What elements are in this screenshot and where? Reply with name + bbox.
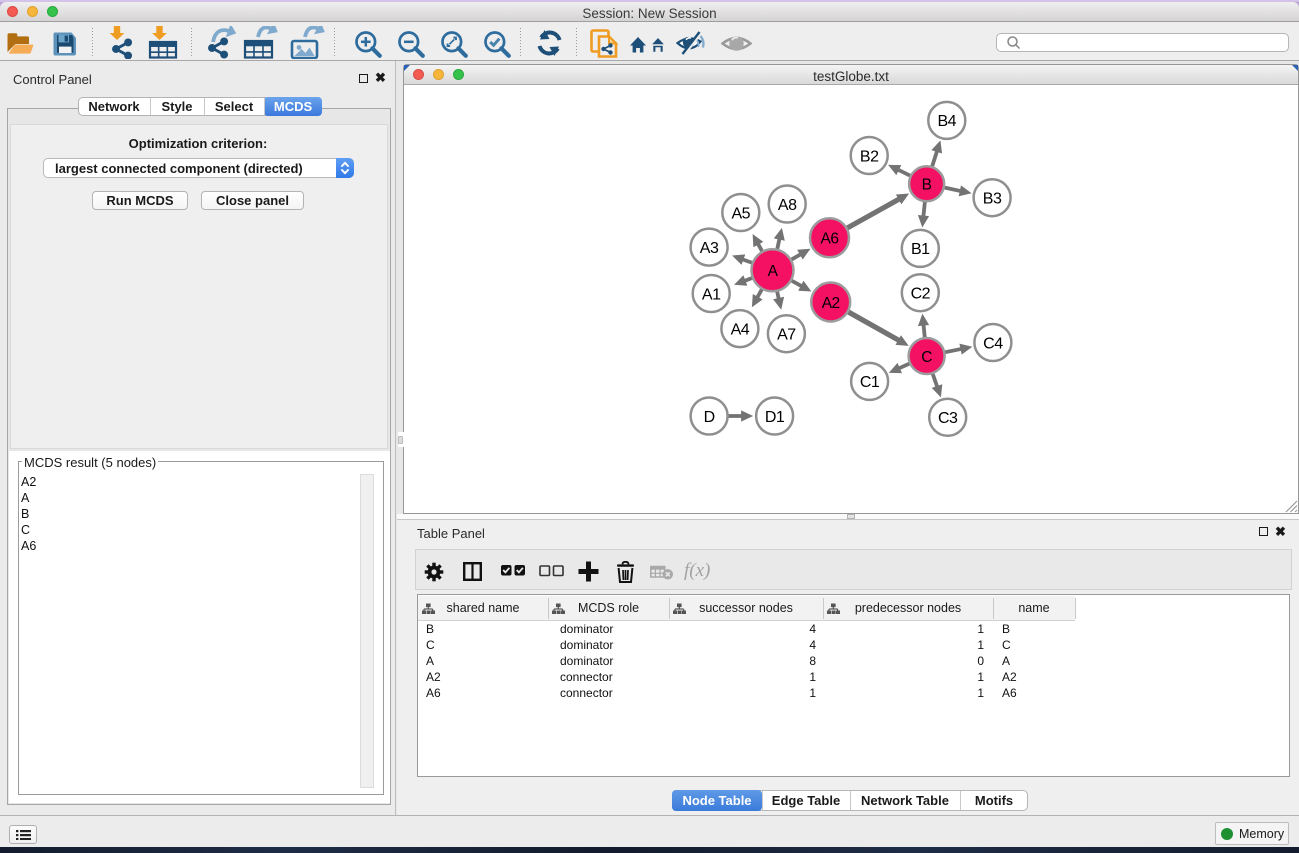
svg-text:A2: A2 [822, 295, 840, 312]
svg-text:B2: B2 [860, 148, 879, 165]
svg-text:B1: B1 [911, 241, 930, 258]
svg-text:A6: A6 [821, 231, 839, 248]
svg-text:D: D [704, 409, 715, 426]
svg-text:A1: A1 [702, 286, 721, 303]
svg-text:C1: C1 [860, 374, 880, 391]
svg-text:C2: C2 [911, 286, 931, 303]
svg-text:A4: A4 [731, 321, 750, 338]
svg-text:B3: B3 [983, 191, 1002, 208]
svg-text:C: C [921, 349, 932, 366]
svg-text:D1: D1 [765, 409, 785, 426]
svg-text:A3: A3 [700, 240, 719, 257]
svg-text:B4: B4 [938, 113, 957, 130]
svg-text:A7: A7 [777, 327, 796, 344]
svg-text:C4: C4 [983, 335, 1003, 352]
svg-text:C3: C3 [938, 410, 958, 427]
svg-text:B: B [922, 177, 932, 194]
svg-text:A8: A8 [778, 197, 797, 214]
svg-text:A: A [768, 263, 779, 280]
svg-text:A5: A5 [732, 205, 751, 222]
